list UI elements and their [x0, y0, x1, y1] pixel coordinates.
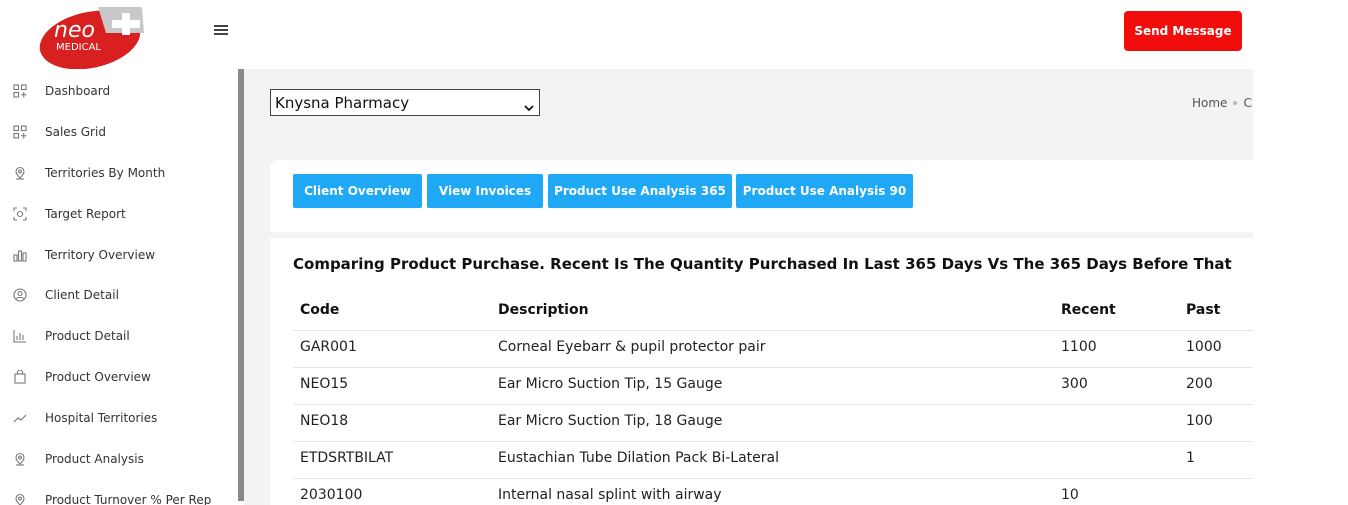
user-circle-icon [12, 287, 28, 303]
sidebar-item-label: Territories By Month [45, 165, 166, 180]
breadcrumb-separator [1233, 101, 1238, 105]
column-chart-icon [12, 328, 28, 344]
cell-code: NEO15 [300, 376, 349, 392]
sidebar-item-label: Sales Grid [45, 124, 106, 139]
row-divider [293, 404, 1253, 405]
cell-code: NEO18 [300, 413, 349, 429]
client-card: Client Overview View Invoices Product Us… [270, 160, 1253, 505]
sidebar-item-product-turnover[interactable]: Product Turnover % Per Rep [0, 479, 238, 505]
cell-recent: 300 [1061, 376, 1088, 392]
tab-view-invoices[interactable]: View Invoices [427, 174, 543, 208]
sidebar-item-label: Territory Overview [45, 247, 156, 262]
cell-recent: 10 [1061, 487, 1079, 503]
column-header-description[interactable]: Description [498, 302, 589, 318]
hamburger-icon[interactable] [214, 25, 228, 37]
target-icon [12, 206, 28, 222]
bar-chart-icon [12, 247, 28, 263]
sidebar-item-label: Target Report [45, 206, 126, 221]
neo-medical-logo[interactable]: neo MEDICAL [38, 3, 146, 70]
sidebar-item-dashboard[interactable]: Dashboard [0, 70, 238, 111]
chevron-down-icon [524, 98, 534, 112]
cell-code: GAR001 [300, 339, 357, 355]
cell-past: 1000 [1186, 339, 1222, 355]
grid-plus-icon [12, 83, 28, 99]
svg-text:MEDICAL: MEDICAL [56, 42, 101, 53]
main-content: Knysna Pharmacy Home Cl Client Overview V… [244, 69, 1253, 505]
cell-description: Ear Micro Suction Tip, 18 Gauge [498, 413, 723, 429]
map-pin-icon [12, 451, 28, 467]
sidebar: Dashboard Sales Grid Territories By Mont… [0, 69, 238, 505]
sidebar-item-target-report[interactable]: Target Report [0, 193, 238, 234]
cell-past: 100 [1186, 413, 1213, 429]
tab-client-overview[interactable]: Client Overview [293, 174, 422, 208]
sidebar-item-label: Product Detail [45, 328, 130, 343]
client-select[interactable]: Knysna Pharmacy [270, 89, 540, 116]
sidebar-item-hospital-territories[interactable]: Hospital Territories [0, 397, 238, 438]
row-divider [293, 441, 1253, 442]
grid-plus-icon [12, 124, 28, 140]
sidebar-item-territories-by-month[interactable]: Territories By Month [0, 152, 238, 193]
sidebar-item-product-detail[interactable]: Product Detail [0, 315, 238, 356]
row-divider [293, 478, 1253, 479]
sidebar-item-label: Product Overview [45, 369, 151, 384]
sidebar-item-label: Hospital Territories [45, 410, 158, 425]
section-title: Comparing Product Purchase. Recent Is Th… [293, 255, 1232, 273]
map-pin-icon [12, 165, 28, 181]
client-select-value: Knysna Pharmacy [275, 93, 410, 112]
column-header-past[interactable]: Past [1186, 302, 1220, 318]
tab-product-use-analysis-90[interactable]: Product Use Analysis 90 [736, 174, 913, 208]
card-divider [270, 232, 1253, 238]
sidebar-item-label: Product Analysis [45, 451, 144, 466]
map-pin-icon [12, 492, 28, 505]
cell-recent: 1100 [1061, 339, 1097, 355]
cell-description: Eustachian Tube Dilation Pack Bi-Lateral [498, 450, 779, 466]
breadcrumb: Home Cl [1192, 96, 1253, 110]
cell-past: 1 [1186, 450, 1195, 466]
cell-code: ETDSRTBILAT [300, 450, 394, 466]
cell-description: Corneal Eyebarr & pupil protector pair [498, 339, 766, 355]
column-header-code[interactable]: Code [300, 302, 339, 318]
cell-description: Ear Micro Suction Tip, 15 Gauge [498, 376, 723, 392]
breadcrumb-home[interactable]: Home [1192, 96, 1227, 110]
shopping-bag-icon [12, 369, 28, 385]
top-bar: neo MEDICAL Send Message [0, 0, 1253, 70]
sidebar-item-sales-grid[interactable]: Sales Grid [0, 111, 238, 152]
sidebar-item-label: Product Turnover % Per Rep [45, 492, 212, 505]
sidebar-item-product-analysis[interactable]: Product Analysis [0, 438, 238, 479]
sidebar-item-label: Client Detail [45, 287, 119, 302]
send-message-button[interactable]: Send Message [1124, 11, 1242, 51]
sidebar-item-territory-overview[interactable]: Territory Overview [0, 234, 238, 275]
sidebar-item-label: Dashboard [45, 83, 111, 98]
breadcrumb-current: Cl [1243, 96, 1253, 110]
header-divider [293, 330, 1253, 331]
sidebar-item-client-detail[interactable]: Client Detail [0, 274, 238, 315]
svg-text:neo: neo [54, 18, 95, 43]
tab-product-use-analysis-365[interactable]: Product Use Analysis 365 [548, 174, 732, 208]
cell-description: Internal nasal splint with airway [498, 487, 722, 503]
trend-line-icon [12, 410, 28, 426]
row-divider [293, 367, 1253, 368]
cell-code: 2030100 [300, 487, 363, 503]
sidebar-item-product-overview[interactable]: Product Overview [0, 356, 238, 397]
cell-past: 200 [1186, 376, 1213, 392]
column-header-recent[interactable]: Recent [1061, 302, 1116, 318]
